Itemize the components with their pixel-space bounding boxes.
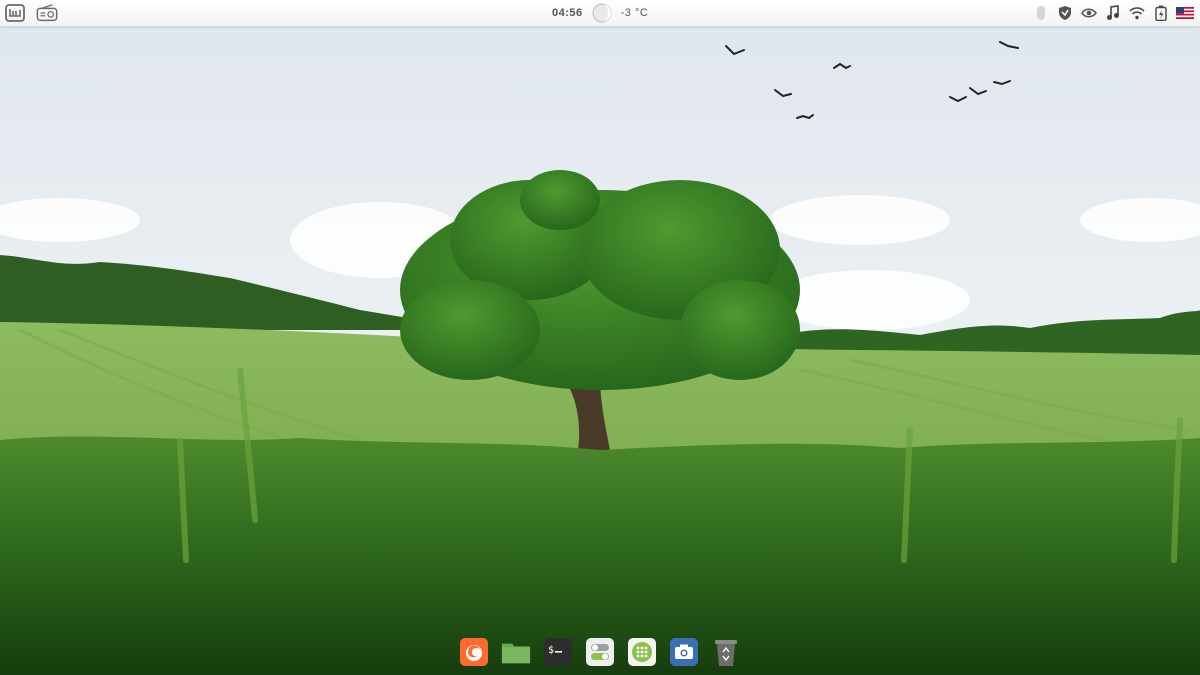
panel-left-area xyxy=(4,0,58,26)
files-folder-icon[interactable] xyxy=(501,637,531,667)
trash-icon[interactable] xyxy=(711,637,741,667)
dock: $ xyxy=(455,632,745,672)
svg-text:$: $ xyxy=(548,645,554,656)
bluetooth-icon[interactable] xyxy=(1032,4,1050,22)
wifi-icon[interactable] xyxy=(1128,4,1146,22)
terminal-icon[interactable]: $ xyxy=(543,637,573,667)
weather-moon-icon[interactable] xyxy=(591,2,613,24)
mint-menu-icon[interactable] xyxy=(4,2,26,24)
desktop-wallpaper xyxy=(0,0,1200,675)
us-flag-icon[interactable] xyxy=(1176,4,1194,22)
battery-icon[interactable] xyxy=(1152,4,1170,22)
screenshot-camera-icon[interactable] xyxy=(669,637,699,667)
apps-grid-icon[interactable] xyxy=(627,637,657,667)
panel-center-area: 04:56 -3 °C xyxy=(552,0,648,26)
settings-toggle-icon[interactable] xyxy=(585,637,615,667)
panel-clock[interactable]: 04:56 xyxy=(552,7,583,19)
system-tray xyxy=(1032,0,1194,26)
firefox-icon[interactable] xyxy=(459,637,489,667)
nvidia-icon[interactable] xyxy=(1080,4,1098,22)
radio-icon[interactable] xyxy=(36,2,58,24)
music-icon[interactable] xyxy=(1104,4,1122,22)
panel-temperature[interactable]: -3 °C xyxy=(621,7,649,19)
top-panel: 04:56 -3 °C xyxy=(0,0,1200,26)
shield-icon[interactable] xyxy=(1056,4,1074,22)
